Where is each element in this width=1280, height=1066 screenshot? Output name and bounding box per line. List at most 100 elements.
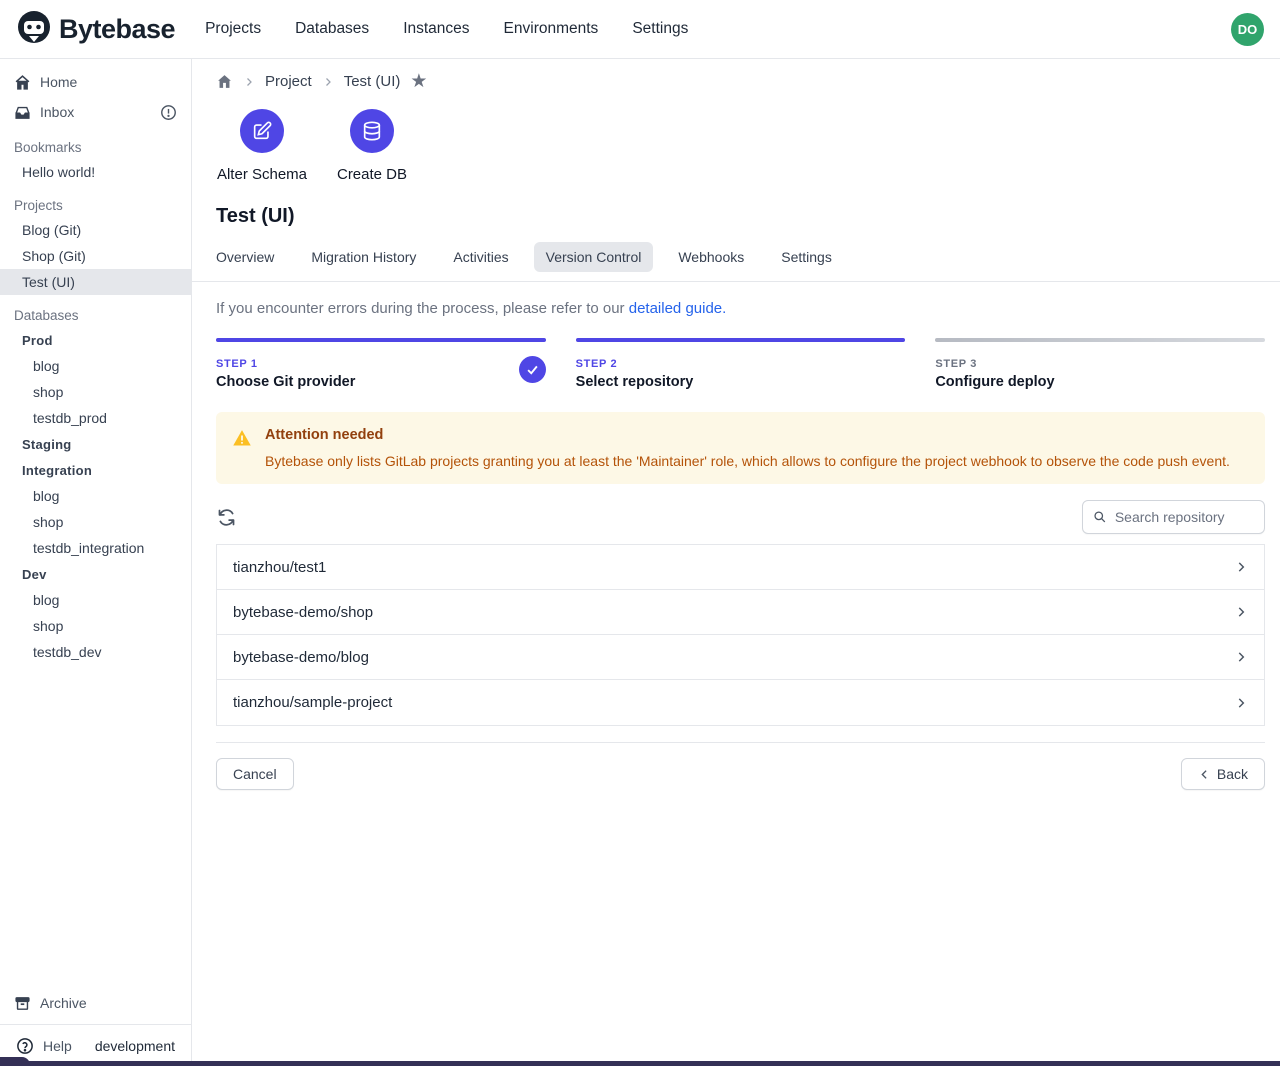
sidebar-db-dev-testdb[interactable]: testdb_dev xyxy=(0,639,191,665)
sidebar-item-inbox[interactable]: Inbox xyxy=(0,97,191,127)
nav-environments[interactable]: Environments xyxy=(504,20,599,38)
error-notice: If you encounter errors during the proce… xyxy=(216,300,1265,317)
repo-row-bytebase-demo-blog[interactable]: bytebase-demo/blog xyxy=(217,635,1264,680)
sidebar-db-prod-blog[interactable]: blog xyxy=(0,353,191,379)
tab-activities[interactable]: Activities xyxy=(441,242,520,272)
help-button[interactable]: Help xyxy=(16,1037,72,1055)
sidebar-inbox-label: Inbox xyxy=(40,104,74,120)
breadcrumb-project[interactable]: Project xyxy=(265,73,312,90)
create-db-button[interactable]: Create DB xyxy=(326,109,418,183)
archive-icon xyxy=(14,995,31,1012)
tab-version-control[interactable]: Version Control xyxy=(534,242,654,272)
sidebar-projects-header: Projects xyxy=(0,193,191,217)
repo-row-bytebase-demo-shop[interactable]: bytebase-demo/shop xyxy=(217,590,1264,635)
sidebar-db-integration-testdb[interactable]: testdb_integration xyxy=(0,535,191,561)
repo-row-tianzhou-sample-project[interactable]: tianzhou/sample-project xyxy=(217,680,1264,725)
tab-webhooks[interactable]: Webhooks xyxy=(666,242,756,272)
cancel-button[interactable]: Cancel xyxy=(216,758,294,790)
step-1-title: Choose Git provider xyxy=(216,374,546,390)
step-2: STEP 2 Select repository xyxy=(576,338,906,390)
breadcrumb: Project Test (UI) ★ xyxy=(216,72,1265,91)
chevron-right-icon xyxy=(322,76,334,88)
detailed-guide-link[interactable]: detailed guide. xyxy=(629,300,727,317)
step-3-bar xyxy=(935,338,1265,342)
top-nav-links: Projects Databases Instances Environment… xyxy=(205,20,688,38)
help-label: Help xyxy=(43,1038,72,1054)
edit-schema-icon xyxy=(251,120,273,142)
bytebase-logo-icon xyxy=(16,9,52,50)
refresh-icon[interactable] xyxy=(216,507,237,528)
banner-title: Attention needed xyxy=(265,427,1230,443)
footer-divider xyxy=(216,742,1265,743)
help-icon xyxy=(16,1037,34,1055)
sidebar-item-home[interactable]: Home xyxy=(0,67,191,97)
search-repository-input[interactable] xyxy=(1115,509,1254,525)
sidebar-env-integration: Integration xyxy=(0,457,191,483)
sidebar-db-integration-blog[interactable]: blog xyxy=(0,483,191,509)
sidebar-env-prod: Prod xyxy=(0,327,191,353)
alter-schema-button[interactable]: Alter Schema xyxy=(216,109,308,183)
tab-settings[interactable]: Settings xyxy=(769,242,844,272)
repo-name: tianzhou/test1 xyxy=(233,559,326,576)
sidebar-env-dev: Dev xyxy=(0,561,191,587)
breadcrumb-current: Test (UI) xyxy=(344,73,401,90)
quick-actions: Alter Schema Create DB xyxy=(216,109,1265,183)
sidebar-item-archive[interactable]: Archive xyxy=(0,988,191,1018)
chevron-right-icon xyxy=(1234,605,1248,619)
sidebar: Home Inbox Bookmarks Hello world! Projec… xyxy=(0,59,192,1066)
attention-banner: Attention needed Bytebase only lists Git… xyxy=(216,412,1265,484)
inbox-icon xyxy=(14,104,31,121)
star-icon[interactable]: ★ xyxy=(410,72,427,91)
breadcrumb-home-icon[interactable] xyxy=(216,73,233,90)
sidebar-db-prod-testdb[interactable]: testdb_prod xyxy=(0,405,191,431)
back-label: Back xyxy=(1217,766,1248,782)
step-1-label: STEP 1 xyxy=(216,358,546,370)
step-3-title: Configure deploy xyxy=(935,374,1265,390)
sidebar-project-blog-git[interactable]: Blog (Git) xyxy=(0,217,191,243)
sidebar-db-dev-shop[interactable]: shop xyxy=(0,613,191,639)
chevron-left-icon xyxy=(1198,768,1211,781)
sidebar-bookmarks-header: Bookmarks xyxy=(0,135,191,159)
alert-circle-icon xyxy=(160,104,177,121)
sidebar-bookmark-hello-world[interactable]: Hello world! xyxy=(0,159,191,185)
bottom-overlay-bar xyxy=(0,1061,1280,1066)
notice-text: If you encounter errors during the proce… xyxy=(216,300,625,317)
cancel-label: Cancel xyxy=(233,766,277,782)
sidebar-archive-label: Archive xyxy=(40,995,87,1011)
create-db-label: Create DB xyxy=(337,166,407,183)
chevron-right-icon xyxy=(1234,560,1248,574)
repo-row-tianzhou-test1[interactable]: tianzhou/test1 xyxy=(217,545,1264,590)
repository-toolbar xyxy=(216,500,1265,534)
sidebar-project-shop-git[interactable]: Shop (Git) xyxy=(0,243,191,269)
repository-list: tianzhou/test1 bytebase-demo/shop byteba… xyxy=(216,544,1265,726)
top-navbar: Bytebase Projects Databases Instances En… xyxy=(0,0,1280,59)
database-icon xyxy=(361,120,383,142)
back-button[interactable]: Back xyxy=(1181,758,1265,790)
banner-body: Bytebase only lists GitLab projects gran… xyxy=(265,453,1230,469)
version-label: development xyxy=(95,1038,175,1054)
tab-migration-history[interactable]: Migration History xyxy=(299,242,428,272)
sidebar-db-prod-shop[interactable]: shop xyxy=(0,379,191,405)
chevron-right-icon xyxy=(1234,650,1248,664)
footer-actions: Cancel Back xyxy=(216,758,1265,790)
home-icon xyxy=(14,74,31,91)
step-1: STEP 1 Choose Git provider xyxy=(216,338,546,390)
project-tabs: Overview Migration History Activities Ve… xyxy=(204,242,1265,272)
nav-projects[interactable]: Projects xyxy=(205,20,261,38)
sidebar-env-staging: Staging xyxy=(0,431,191,457)
sidebar-db-integration-shop[interactable]: shop xyxy=(0,509,191,535)
repo-name: tianzhou/sample-project xyxy=(233,694,392,711)
nav-settings[interactable]: Settings xyxy=(632,20,688,38)
step-3: STEP 3 Configure deploy xyxy=(935,338,1265,390)
tab-overview[interactable]: Overview xyxy=(204,242,286,272)
sidebar-db-dev-blog[interactable]: blog xyxy=(0,587,191,613)
chevron-right-icon xyxy=(243,76,255,88)
step-3-label: STEP 3 xyxy=(935,358,1265,370)
sidebar-project-test-ui[interactable]: Test (UI) xyxy=(0,269,191,295)
sidebar-databases-header: Databases xyxy=(0,303,191,327)
nav-databases[interactable]: Databases xyxy=(295,20,369,38)
bytebase-logo[interactable]: Bytebase xyxy=(16,9,175,50)
avatar[interactable]: DO xyxy=(1231,13,1264,46)
page-title: Test (UI) xyxy=(216,205,1265,228)
nav-instances[interactable]: Instances xyxy=(403,20,469,38)
